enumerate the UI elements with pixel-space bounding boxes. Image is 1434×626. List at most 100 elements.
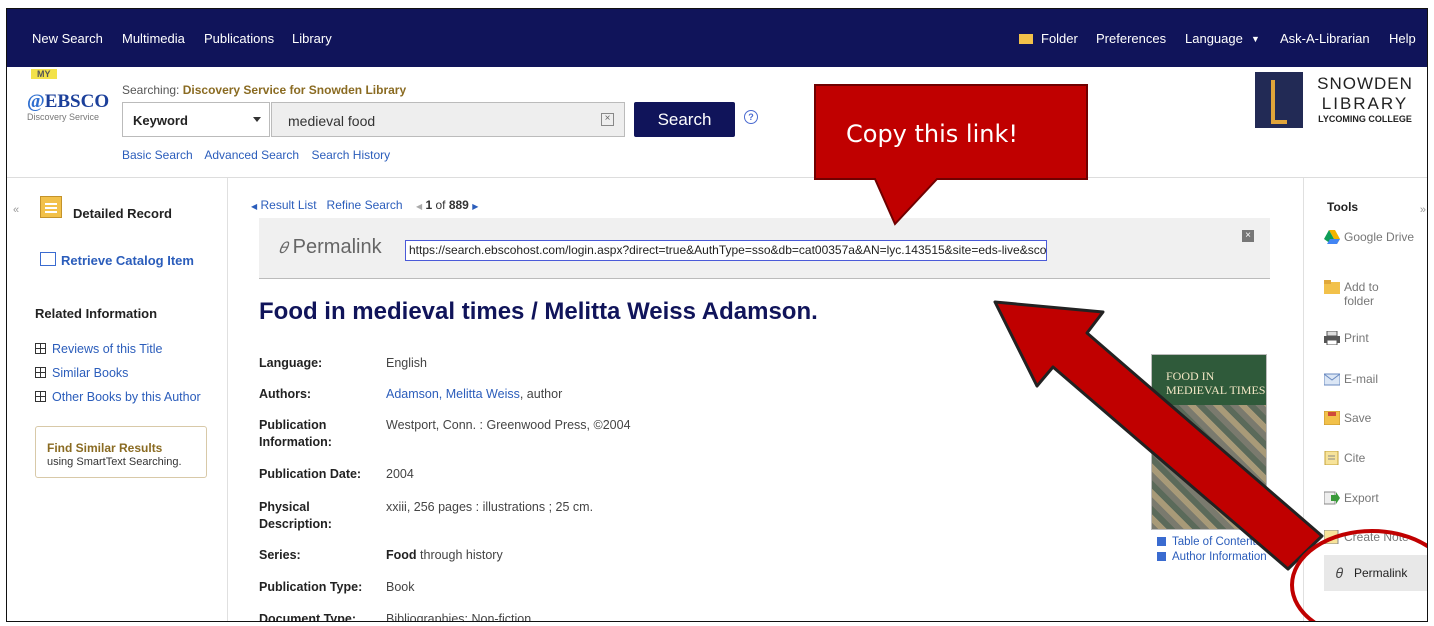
left-sidebar: « Detailed Record Retrieve Catalog Item …: [7, 178, 228, 621]
result-position: 1: [425, 198, 433, 212]
folder-icon: [1324, 280, 1340, 294]
nav-preferences[interactable]: Preferences: [1096, 31, 1166, 46]
author-info-icon: [1157, 552, 1166, 561]
clear-search-icon[interactable]: ×: [601, 113, 614, 126]
nav-ask-a-librarian[interactable]: Ask-A-Librarian: [1280, 31, 1370, 46]
save-icon: [1324, 411, 1340, 425]
nav-library[interactable]: Library: [292, 31, 332, 46]
nav-new-search[interactable]: New Search: [32, 31, 103, 46]
permalink-heading: 𝜃 Permalink: [279, 236, 382, 258]
field-value-physical-description: xxiii, 256 pages : illustrations ; 25 cm…: [386, 500, 594, 514]
result-total: 889: [448, 198, 469, 212]
language-caret-icon[interactable]: ▼: [1251, 34, 1260, 44]
permalink-url-field[interactable]: https://search.ebscohost.com/login.aspx?…: [405, 240, 1047, 261]
library-name-line1: SNOWDEN: [1317, 74, 1413, 93]
field-value-series: Food through history: [386, 548, 503, 562]
nav-folder[interactable]: Folder: [1041, 31, 1078, 46]
reviews-link[interactable]: Reviews of this Title: [35, 342, 162, 356]
other-books-link[interactable]: Other Books by this Author: [35, 390, 201, 404]
field-label-publication-date: Publication Date:: [259, 467, 362, 481]
field-label-series: Series:: [259, 548, 301, 562]
find-similar-title: Find Similar Results: [47, 441, 163, 455]
tool-permalink-label: Permalink: [1354, 566, 1408, 580]
detailed-record-icon: [40, 196, 62, 218]
expand-icon: [35, 343, 46, 354]
table-of-contents-link[interactable]: Table of Contents: [1157, 536, 1262, 548]
next-result-icon[interactable]: ▶: [472, 202, 478, 211]
result-navigation: ◀ Result List Refine Search ◀ 1 of 889 ▶: [251, 198, 478, 212]
callout-box: [814, 84, 1088, 226]
email-icon: [1324, 373, 1340, 386]
my-badge: MY: [31, 69, 57, 79]
field-value-publication-type: Book: [386, 580, 415, 594]
expand-icon: [35, 367, 46, 378]
collapse-left-icon[interactable]: «: [13, 204, 19, 216]
result-of: of: [435, 198, 446, 212]
help-icon[interactable]: ?: [744, 110, 758, 124]
search-input[interactable]: medieval food ×: [271, 102, 625, 137]
search-button[interactable]: Search: [634, 102, 735, 137]
find-similar-box[interactable]: Find Similar Results using SmartText Sea…: [35, 426, 207, 478]
note-icon: [1324, 530, 1339, 544]
ebsco-logo[interactable]: @EBSCO: [27, 91, 109, 113]
toc-icon: [1157, 537, 1166, 546]
result-list-link[interactable]: Result List: [261, 198, 317, 212]
library-name-line2: LIBRARY: [1321, 94, 1409, 113]
advanced-search-link[interactable]: Advanced Search: [204, 148, 299, 162]
callout-text: Copy this link!: [846, 120, 1018, 148]
prev-result-icon[interactable]: ◀: [416, 202, 422, 211]
book-cover-artwork: [1152, 405, 1266, 529]
nav-help[interactable]: Help: [1389, 31, 1416, 46]
ebsco-logo-text: EBSCO: [44, 91, 110, 112]
top-navigation-bar: New Search Multimedia Publications Libra…: [7, 9, 1427, 67]
cite-icon: [1324, 451, 1339, 465]
record-title: Food in medieval times / Melitta Weiss A…: [259, 298, 818, 325]
prev-arrow-icon[interactable]: ◀: [251, 202, 257, 211]
dropdown-caret-icon: [253, 117, 261, 122]
app-frame: New Search Multimedia Publications Libra…: [6, 8, 1428, 622]
book-cover-image[interactable]: FOOD IN MEDIEVAL TIMES: [1151, 354, 1267, 530]
collapse-right-icon[interactable]: »: [1420, 204, 1426, 216]
snowden-library-logo: SNOWDEN LIBRARY LYCOMING COLLEGE: [1255, 72, 1425, 132]
author-link[interactable]: Adamson, Melitta Weiss: [386, 387, 520, 401]
permalink-panel: 𝜃 Permalink https://search.ebscohost.com…: [259, 218, 1270, 279]
tools-heading: Tools: [1327, 200, 1359, 214]
field-label-authors: Authors:: [259, 387, 312, 401]
field-value-language: English: [386, 356, 427, 370]
detailed-record-label[interactable]: Detailed Record: [73, 206, 172, 221]
book-cover-title: FOOD IN MEDIEVAL TIMES: [1166, 369, 1266, 397]
printer-icon: [1324, 331, 1340, 345]
nav-language[interactable]: Language: [1185, 31, 1243, 46]
export-icon: [1324, 491, 1340, 505]
google-drive-icon: [1324, 230, 1340, 244]
retrieve-catalog-icon: [40, 252, 56, 266]
nav-publications[interactable]: Publications: [204, 31, 274, 46]
search-field-select[interactable]: Keyword: [122, 102, 270, 137]
search-field-value: Keyword: [133, 113, 188, 128]
retrieve-catalog-link[interactable]: Retrieve Catalog Item: [61, 253, 194, 268]
field-label-document-type: Document Type:: [259, 612, 356, 622]
expand-icon: [35, 391, 46, 402]
searching-database[interactable]: Discovery Service for Snowden Library: [183, 83, 406, 97]
field-value-publication-info: Westport, Conn. : Greenwood Press, ©2004: [386, 418, 631, 432]
author-information-link[interactable]: Author Information: [1157, 551, 1267, 563]
field-value-authors: Adamson, Melitta Weiss, author: [386, 387, 563, 401]
basic-search-link[interactable]: Basic Search: [122, 148, 193, 162]
close-permalink-icon[interactable]: ×: [1242, 230, 1254, 242]
link-icon: 𝜃: [1336, 565, 1344, 581]
search-query-text: medieval food: [288, 113, 376, 129]
searching-prefix: Searching:: [122, 83, 180, 97]
field-value-document-type: Bibliographies; Non-fiction: [386, 612, 532, 622]
library-mark-icon: [1255, 72, 1303, 128]
nav-multimedia[interactable]: Multimedia: [122, 31, 185, 46]
similar-books-link[interactable]: Similar Books: [35, 366, 128, 380]
search-history-link[interactable]: Search History: [311, 148, 390, 162]
related-information-heading: Related Information: [35, 306, 158, 321]
ebsco-logo-subtitle: Discovery Service: [27, 112, 100, 122]
field-label-physical-description: Physical Description:: [259, 500, 332, 531]
ebsco-globe-icon: @: [27, 91, 45, 112]
searching-label: Searching: Discovery Service for Snowden…: [122, 83, 406, 97]
refine-search-link[interactable]: Refine Search: [327, 198, 403, 212]
folder-icon[interactable]: [1019, 31, 1036, 46]
tool-permalink[interactable]: 𝜃 Permalink: [1324, 555, 1427, 591]
